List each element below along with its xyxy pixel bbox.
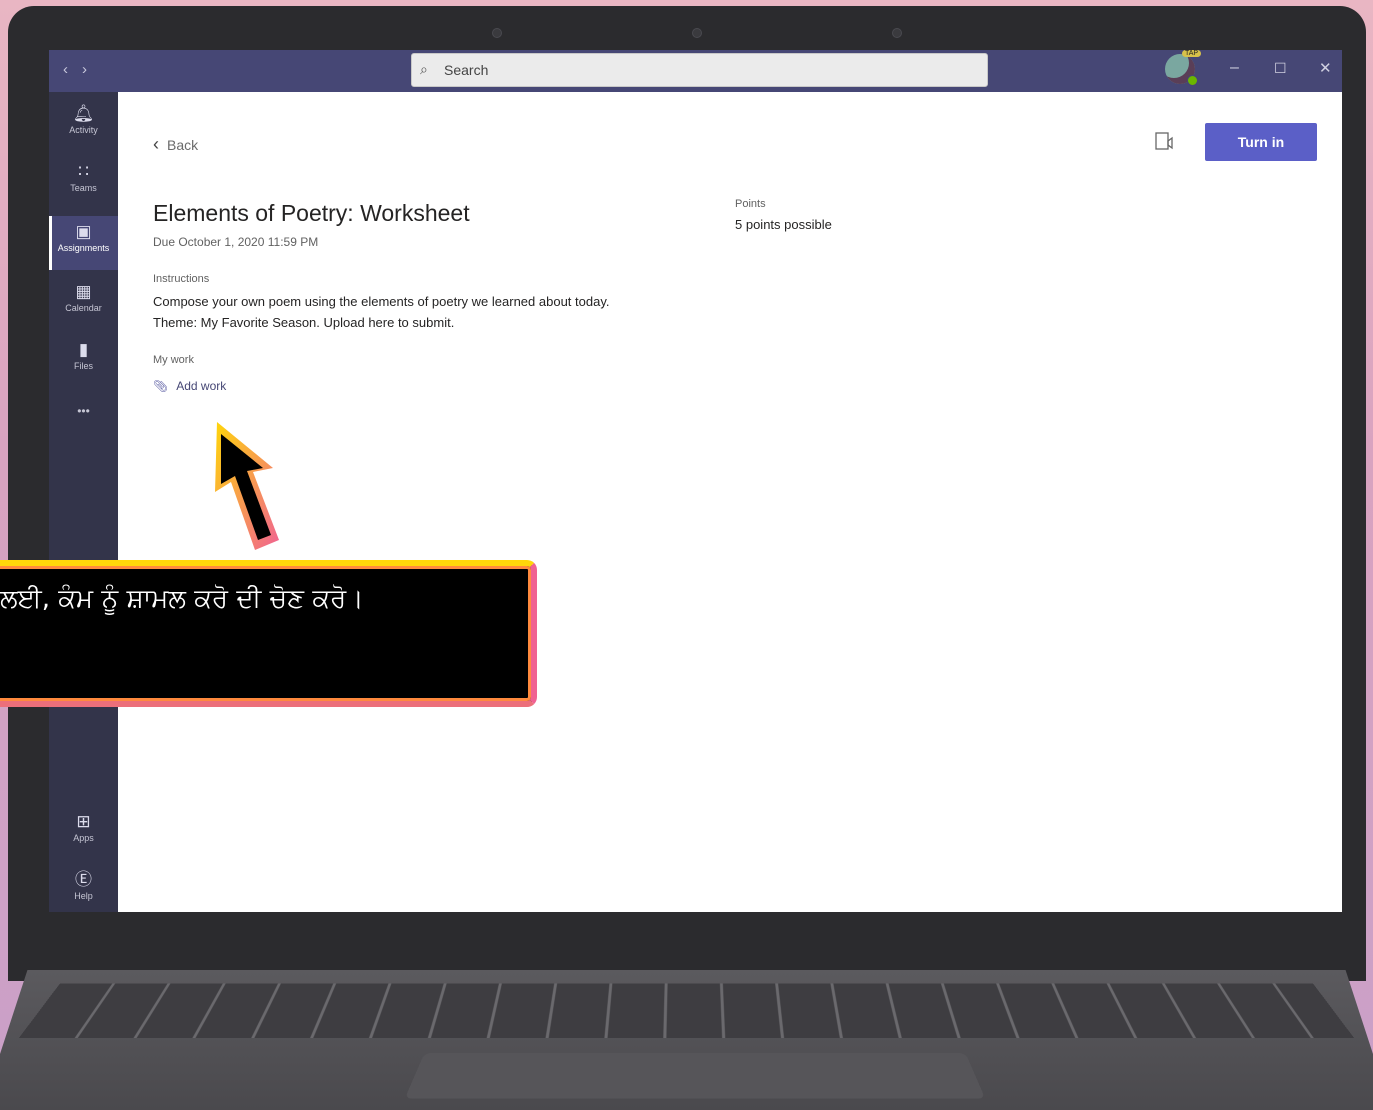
touchpad xyxy=(405,1053,985,1098)
rail-item-calendar[interactable]: ▦ Calendar xyxy=(49,282,118,330)
teams-icon: ∷ xyxy=(49,162,118,182)
rail-item-activity[interactable]: 🔔︎ Activity xyxy=(49,104,118,152)
instructions-label: Instructions xyxy=(153,273,209,285)
search-input[interactable]: ⌕ Search xyxy=(411,53,988,87)
due-date: Due October 1, 2020 11:59 PM xyxy=(153,235,318,249)
add-work-label: Add work xyxy=(176,379,226,393)
bezel-sensor xyxy=(892,28,902,38)
add-work-button[interactable]: 📎︎ Add work xyxy=(153,379,226,393)
paperclip-icon: 📎︎ xyxy=(153,379,168,393)
back-button[interactable]: ‹ Back xyxy=(153,134,198,155)
files-icon: ▮ xyxy=(49,340,118,360)
rail-item-apps[interactable]: ⊞ Apps xyxy=(49,812,118,860)
instructions-line-1: Compose your own poem using the elements… xyxy=(153,291,609,312)
my-work-label: My work xyxy=(153,354,194,366)
search-icon: ⌕ xyxy=(420,61,428,78)
close-icon[interactable]: ✕ xyxy=(1319,59,1332,77)
rail-item-label: Calendar xyxy=(49,303,118,313)
avatar-badge: TAP xyxy=(1182,50,1201,57)
chevron-left-icon: ‹ xyxy=(153,134,159,154)
maximize-icon[interactable]: ☐ xyxy=(1274,60,1287,77)
back-label: Back xyxy=(167,137,198,153)
rail-item-assignments[interactable]: ▣ Assignments xyxy=(49,216,118,270)
help-icon: Ⓔ xyxy=(49,870,118,890)
immersive-reader-icon[interactable] xyxy=(1154,131,1176,153)
pointer-arrow-icon xyxy=(195,420,285,555)
instructions-line-2: Theme: My Favorite Season. Upload here t… xyxy=(153,312,454,333)
bell-icon: 🔔︎ xyxy=(49,104,118,124)
apps-icon: ⊞ xyxy=(49,812,118,832)
minimize-icon[interactable]: – xyxy=(1230,59,1239,77)
rail-item-label: Activity xyxy=(49,125,118,135)
callout-text: ਲਈ, ਕੰਮ ਨੂੰ ਸ਼ਾਮਲ ਕਰੋ ਦੀ ਚੋਣ ਕਰੋ। xyxy=(0,584,520,615)
presence-status-icon xyxy=(1187,75,1198,86)
rail-item-label: Apps xyxy=(49,833,118,843)
rail-item-label: Help xyxy=(49,891,118,901)
calendar-icon: ▦ xyxy=(49,282,118,302)
bezel-sensor xyxy=(492,28,502,38)
nav-forward-icon[interactable]: › xyxy=(82,61,101,78)
title-bar: ‹› ⌕ Search TAP – ☐ ✕ xyxy=(49,50,1342,92)
rail-item-teams[interactable]: ∷ Teams xyxy=(49,162,118,210)
rail-item-label: Assignments xyxy=(49,243,118,253)
keyboard xyxy=(19,984,1354,1038)
page-title: Elements of Poetry: Worksheet xyxy=(153,200,470,227)
app-rail: 🔔︎ Activity ∷ Teams ▣ Assignments ▦ Cale… xyxy=(49,92,118,912)
points-label: Points xyxy=(735,198,766,210)
history-nav: ‹› xyxy=(63,61,101,78)
search-placeholder: Search xyxy=(444,62,488,78)
camera-icon xyxy=(692,28,702,38)
more-apps-icon[interactable]: ••• xyxy=(49,404,118,428)
rail-item-label: Teams xyxy=(49,183,118,193)
rail-item-help[interactable]: Ⓔ Help xyxy=(49,870,118,912)
tutorial-callout xyxy=(0,560,537,707)
turn-in-button[interactable]: Turn in xyxy=(1205,123,1317,161)
assignments-icon: ▣ xyxy=(49,222,118,242)
rail-item-label: Files xyxy=(49,361,118,371)
nav-back-icon[interactable]: ‹ xyxy=(63,61,82,78)
laptop-keyboard-deck xyxy=(0,970,1373,1110)
points-value: 5 points possible xyxy=(735,214,832,235)
rail-item-files[interactable]: ▮ Files xyxy=(49,340,118,388)
